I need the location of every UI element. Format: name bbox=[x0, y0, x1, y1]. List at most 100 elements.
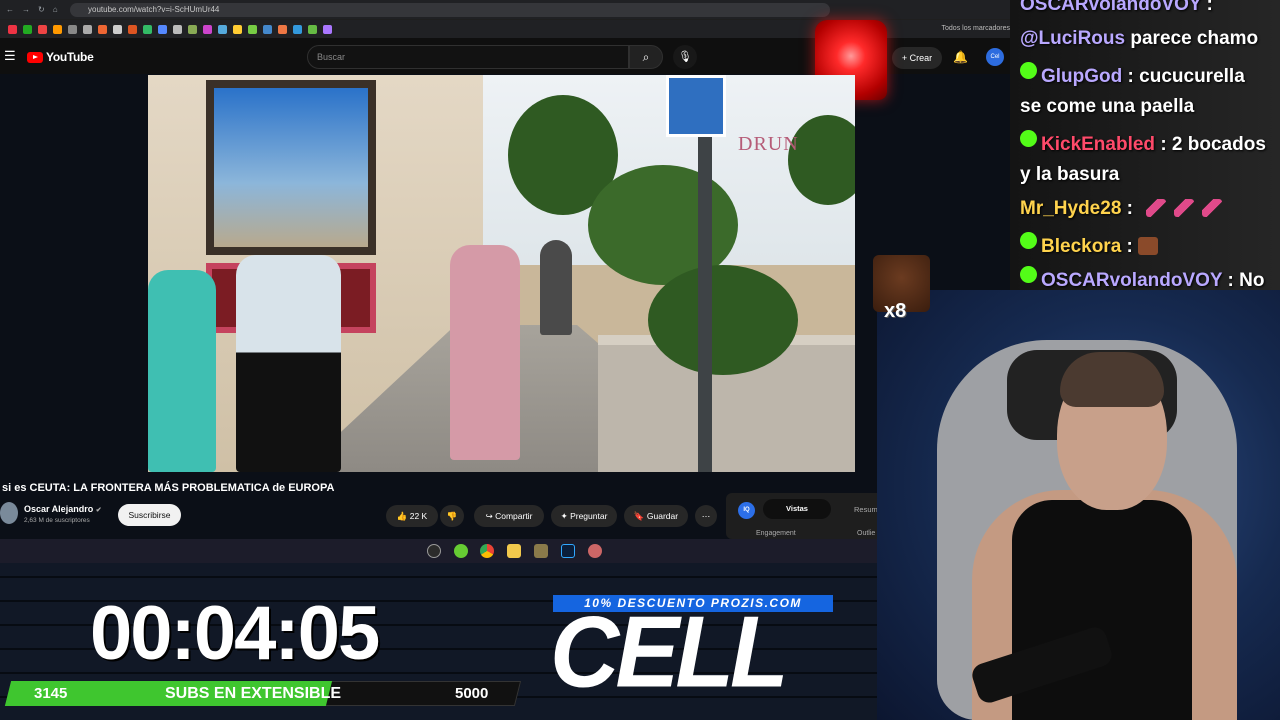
kick-badge-icon bbox=[1020, 62, 1037, 79]
address-bar[interactable]: youtube.com/watch?v=i-ScHUmUr44 bbox=[70, 3, 830, 17]
save-label: Guardar bbox=[646, 511, 679, 521]
bookmark-icon[interactable] bbox=[113, 24, 122, 34]
bookmark-icon[interactable] bbox=[38, 24, 47, 34]
chat-username[interactable]: OSCARvolandoVOY bbox=[1041, 270, 1222, 290]
account-avatar[interactable]: Cel bbox=[986, 48, 1004, 66]
thumbs-down-icon: 👎 bbox=[446, 511, 458, 521]
voice-search-button[interactable]: 🎙 bbox=[673, 45, 697, 69]
bookmark-icon: 🔖 bbox=[633, 511, 645, 521]
bookmark-icon[interactable] bbox=[293, 24, 302, 34]
chat-text: : bbox=[1121, 236, 1139, 257]
bookmark-icon[interactable] bbox=[143, 24, 152, 34]
all-bookmarks-folder[interactable]: Todos los marcadores bbox=[942, 20, 1010, 38]
bookmark-icon[interactable] bbox=[218, 24, 227, 34]
chat-username[interactable]: GlupGod bbox=[1041, 66, 1122, 87]
chat-message: OSCARvolandoVOY : No bbox=[1020, 266, 1264, 290]
bookmark-icon[interactable] bbox=[263, 24, 272, 34]
chat-message: y la basura bbox=[1020, 164, 1119, 186]
stream-screen: ← → ↻ ⌂ youtube.com/watch?v=i-ScHUmUr44 bbox=[0, 0, 1280, 720]
live-chat: OSCARvolandoVOY : @LuciRous parece chamo G… bbox=[1010, 0, 1280, 290]
bookmark-icon[interactable] bbox=[248, 24, 257, 34]
channel-name[interactable]: Oscar Alejandro ✔ bbox=[24, 504, 102, 514]
chat-username[interactable]: @LuciRous bbox=[1020, 28, 1125, 49]
channel-avatar[interactable] bbox=[0, 502, 18, 524]
channel-name-text: Oscar Alejandro bbox=[24, 504, 94, 514]
create-button[interactable]: + Crear bbox=[892, 47, 942, 69]
more-actions-button[interactable]: ⋯ bbox=[695, 505, 717, 527]
bookmark-icon[interactable] bbox=[8, 24, 17, 34]
chat-text: parece chamo bbox=[1125, 28, 1259, 49]
menu-icon[interactable]: ☰ bbox=[4, 48, 16, 64]
video-scene-person bbox=[148, 270, 216, 472]
webcam-feed bbox=[877, 290, 1280, 720]
video-scene-window bbox=[206, 80, 376, 255]
start-icon[interactable] bbox=[427, 544, 441, 558]
chat-message: se come una paella bbox=[1020, 96, 1194, 118]
chat-emote-icon bbox=[1138, 237, 1159, 255]
dislike-button[interactable]: 👎 bbox=[440, 505, 464, 527]
save-button[interactable]: 🔖 Guardar bbox=[624, 505, 688, 527]
video-scene-crossing-sign bbox=[666, 75, 726, 137]
sparkle-icon: ✦ bbox=[560, 511, 568, 521]
chat-username[interactable]: OSCARvolandoVOY bbox=[1020, 0, 1201, 15]
extension-badge[interactable]: IQ bbox=[738, 502, 755, 519]
share-button[interactable]: ↪ Compartir bbox=[474, 505, 544, 527]
chat-username[interactable]: Mr_Hyde28 bbox=[1020, 198, 1121, 219]
youtube-logo[interactable]: YouTube bbox=[27, 50, 94, 64]
bookmark-icon[interactable] bbox=[188, 24, 197, 34]
bookmark-icon[interactable] bbox=[128, 24, 137, 34]
youtube-logo-text: YouTube bbox=[46, 50, 94, 64]
share-label: Compartir bbox=[495, 511, 533, 521]
webcam-streamer-hair bbox=[1060, 352, 1164, 407]
bookmark-icon[interactable] bbox=[23, 24, 32, 34]
bookmark-icon[interactable] bbox=[53, 24, 62, 34]
bookmark-icon[interactable] bbox=[173, 24, 182, 34]
chat-message: OSCARvolandoVOY : bbox=[1020, 0, 1213, 16]
tab-summary[interactable]: Resum bbox=[854, 505, 878, 514]
stream-timer: 00:04:05 bbox=[90, 591, 380, 676]
notifications-bell-icon[interactable]: 🔔 bbox=[953, 50, 968, 64]
bookmark-icon[interactable] bbox=[308, 24, 317, 34]
chrome-icon[interactable] bbox=[480, 544, 494, 558]
subscribe-button[interactable]: Suscribirse bbox=[118, 504, 181, 526]
folder-icon[interactable] bbox=[507, 544, 521, 558]
browser-toolbar: ← → ↻ ⌂ youtube.com/watch?v=i-ScHUmUr44 bbox=[0, 0, 1010, 19]
search-button[interactable]: ⌕ bbox=[629, 45, 663, 69]
bookmark-icon[interactable] bbox=[98, 24, 107, 34]
tab-views[interactable]: Vistas bbox=[763, 499, 831, 519]
home-icon[interactable]: ⌂ bbox=[53, 5, 58, 14]
reload-icon[interactable]: ↻ bbox=[38, 5, 45, 14]
photoshop-icon[interactable] bbox=[561, 544, 575, 558]
chat-message: @LuciRous parece chamo bbox=[1020, 28, 1258, 50]
share-icon: ↪ bbox=[485, 511, 493, 521]
bookmark-icon[interactable] bbox=[203, 24, 212, 34]
chat-text: : bbox=[1121, 198, 1139, 219]
bookmark-icon[interactable] bbox=[83, 24, 92, 34]
chat-message: KickEnabled : 2 bocados bbox=[1020, 130, 1266, 156]
back-icon[interactable]: ← bbox=[6, 5, 14, 14]
like-button[interactable]: 👍 22 K bbox=[386, 505, 438, 527]
search-input[interactable]: Buscar bbox=[307, 45, 629, 69]
chat-message: GlupGod : cucucurella bbox=[1020, 62, 1245, 88]
chat-message: Mr_Hyde28 : bbox=[1020, 198, 1223, 220]
video-player[interactable]: DRUN bbox=[148, 75, 855, 472]
chat-username[interactable]: KickEnabled bbox=[1041, 134, 1155, 155]
chat-text: : No bbox=[1222, 270, 1265, 290]
app-icon[interactable] bbox=[454, 544, 468, 558]
video-scene-palm bbox=[648, 265, 798, 375]
bookmark-icon[interactable] bbox=[158, 24, 167, 34]
video-title: si es CEUTA: LA FRONTERA MÁS PROBLEMATIC… bbox=[2, 482, 335, 494]
app-icon[interactable] bbox=[588, 544, 602, 558]
youtube-play-icon bbox=[27, 51, 43, 63]
chat-text: : 2 bocados bbox=[1155, 134, 1266, 155]
subs-current: 3145 bbox=[34, 685, 68, 702]
chat-emote-icon bbox=[1202, 199, 1223, 217]
forward-icon[interactable]: → bbox=[22, 5, 30, 14]
bookmark-icon[interactable] bbox=[323, 24, 332, 34]
app-icon[interactable] bbox=[534, 544, 548, 558]
bookmark-icon[interactable] bbox=[68, 24, 77, 34]
bookmark-icon[interactable] bbox=[278, 24, 287, 34]
ask-button[interactable]: ✦ Preguntar bbox=[551, 505, 617, 527]
chat-username[interactable]: Bleckora bbox=[1041, 236, 1121, 257]
bookmark-icon[interactable] bbox=[233, 24, 242, 34]
